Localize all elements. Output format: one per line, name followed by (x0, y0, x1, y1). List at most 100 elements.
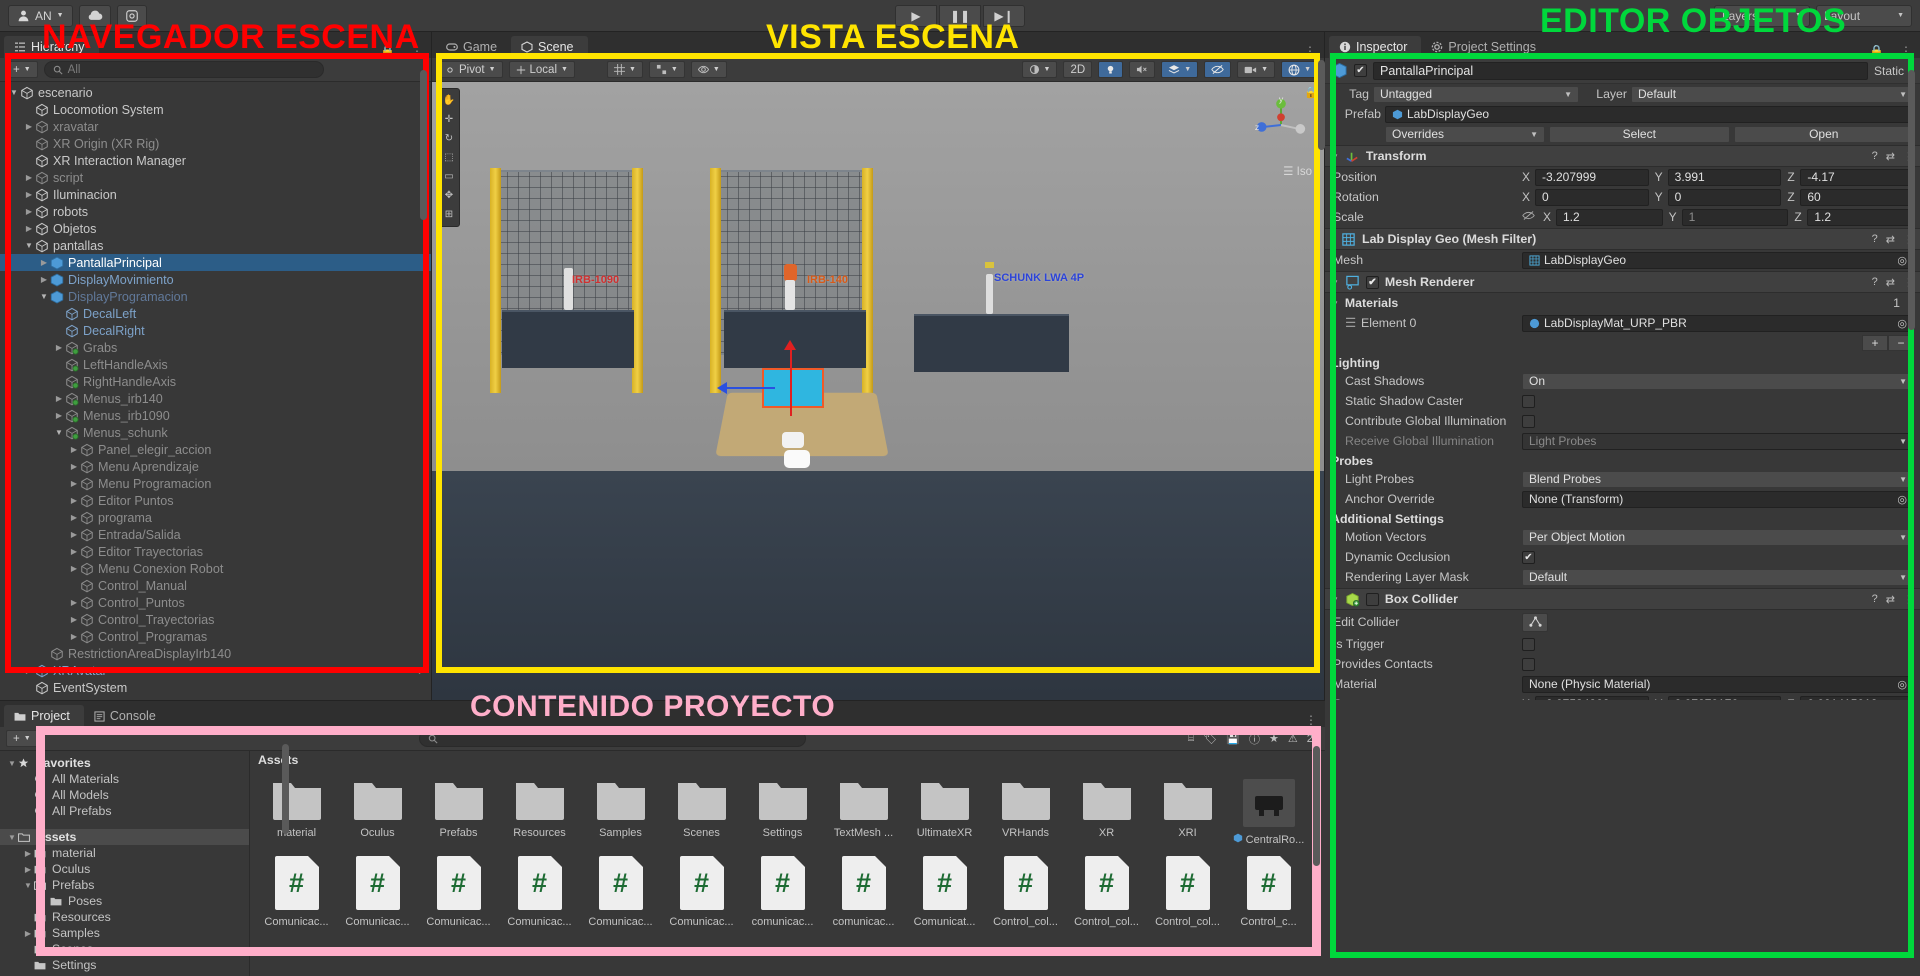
chevron-right-icon[interactable]: ▶ (22, 865, 34, 874)
transform-rotation-z[interactable]: 60 (1800, 188, 1915, 206)
project-tree-item[interactable]: ▶ material (0, 845, 249, 861)
scene-projection-label[interactable]: ☰ Iso (1283, 164, 1312, 178)
pause-button[interactable]: ❚❚ (939, 4, 981, 27)
hierarchy-item[interactable]: ▼ DisplayProgramacion (0, 288, 431, 305)
hierarchy-item[interactable]: RestrictionAreaDisplayIrb140 (0, 645, 431, 662)
hierarchy-item[interactable]: DecalRight (0, 322, 431, 339)
gizmos-toggle[interactable]: ▼ (1281, 61, 1318, 78)
asset-item[interactable]: Settings (742, 769, 823, 846)
asset-item[interactable]: # Control_col... (985, 846, 1066, 928)
chevron-right-icon[interactable]: ▶ (23, 207, 35, 216)
hand-tool-icon[interactable]: ✋ (439, 91, 459, 110)
pivot-toggle[interactable]: Pivot ▼ (438, 61, 503, 78)
chevron-right-icon[interactable]: ▶ (68, 598, 80, 607)
physic-material-field[interactable]: None (Physic Material) ◎ (1522, 675, 1914, 693)
hierarchy-item[interactable]: XR Interaction Manager (0, 152, 431, 169)
chevron-right-icon[interactable]: ▶ (23, 122, 35, 131)
account-button[interactable]: AN ▼ (8, 4, 73, 27)
hierarchy-item[interactable]: Control_Manual (0, 577, 431, 594)
transform-scale-z[interactable]: 1.2 (1807, 208, 1915, 226)
materials-row[interactable]: ▼ Materials 1 (1325, 293, 1920, 313)
hierarchy-item[interactable]: ▼ Menus_schunk (0, 424, 431, 441)
chevron-right-icon[interactable]: ▶ (23, 173, 35, 182)
tab-game[interactable]: Game (436, 36, 511, 58)
project-tree-item[interactable]: All Materials (0, 771, 249, 787)
chevron-right-icon[interactable]: ▶ (68, 513, 80, 522)
chevron-right-icon[interactable]: ▶ (53, 411, 65, 420)
hierarchy-item[interactable]: ▶ Objetos (0, 220, 431, 237)
constrain-proportions-icon[interactable] (1522, 210, 1535, 224)
chevron-right-icon[interactable]: ▶ (68, 445, 80, 454)
box-collider-enabled-checkbox[interactable] (1365, 592, 1379, 606)
motion-vectors-dropdown[interactable]: Per Object Motion ▼ (1522, 528, 1914, 546)
scene-camera-button[interactable]: ▼ (1237, 61, 1276, 78)
layers-dropdown[interactable]: Layers ▼ (1714, 4, 1810, 27)
chevron-down-icon[interactable]: ▼ (22, 881, 34, 890)
inspector-content[interactable]: ✔ PantallaPrincipal Static ▼ Tag Untagge… (1325, 58, 1920, 700)
warning-icon[interactable]: ⚠ (1288, 732, 1298, 745)
hierarchy-item[interactable]: ▶ Editor Puntos (0, 492, 431, 509)
orientation-gizmo[interactable]: y z (1252, 96, 1310, 154)
hierarchy-item[interactable]: ▶ Control_Trayectorias (0, 611, 431, 628)
move-tool-icon[interactable]: ✛ (439, 110, 459, 129)
asset-item[interactable]: # Comunicac... (580, 846, 661, 928)
project-tree-item[interactable]: ▼ Assets (0, 829, 249, 845)
chevron-right-icon[interactable]: ▶ (53, 343, 65, 352)
is-trigger-checkbox[interactable] (1522, 637, 1535, 651)
scene-lock-icon[interactable]: 🔒 (1304, 86, 1318, 99)
hierarchy-item[interactable]: ▼ escenario (0, 84, 431, 101)
asset-item[interactable]: # Comunicac... (418, 846, 499, 928)
grid-snap-button[interactable]: ▼ (606, 61, 643, 78)
dynamic-occlusion-checkbox[interactable]: ✔ (1522, 550, 1535, 564)
chevron-right-icon[interactable]: ▶ (68, 564, 80, 573)
asset-item[interactable]: Resources (499, 769, 580, 846)
hierarchy-item[interactable]: ▶ Control_Puntos (0, 594, 431, 611)
hierarchy-item[interactable]: LeftHandleAxis (0, 356, 431, 373)
edit-collider-button[interactable] (1522, 612, 1548, 632)
hierarchy-item[interactable]: ▶ programa (0, 509, 431, 526)
hidden-objects-toggle[interactable] (1204, 61, 1232, 78)
cast-shadows-dropdown[interactable]: On ▼ (1522, 372, 1914, 390)
component-header-mesh-renderer[interactable]: ▼ ✔ Mesh Renderer ?⇄⋮ (1325, 271, 1920, 293)
effects-toggle[interactable]: ▼ (1161, 61, 1199, 78)
mesh-field[interactable]: LabDisplayGeo ◎ (1522, 251, 1914, 269)
filter-type-icon[interactable]: ⌸ (1188, 732, 1195, 745)
chevron-down-icon[interactable]: ▼ (6, 759, 18, 768)
hierarchy-item[interactable]: ▶ xravatar (0, 118, 431, 135)
chevron-right-icon[interactable]: ▶ (53, 394, 65, 403)
save-search-icon[interactable]: 💾 (1226, 732, 1240, 745)
asset-item[interactable]: # comunicac... (742, 846, 823, 928)
transform-tool-icon[interactable]: ✥ (439, 186, 459, 205)
select-prefab-button[interactable]: Select (1549, 125, 1730, 143)
2d-toggle[interactable]: 2D (1063, 61, 1093, 78)
project-tree-item[interactable]: ▶ Samples (0, 925, 249, 941)
remove-material-button[interactable]: − (1888, 335, 1914, 351)
hierarchy-item[interactable]: ▶ Panel_elegir_accion (0, 441, 431, 458)
hierarchy-item[interactable]: ▶ Menu Aprendizaje (0, 458, 431, 475)
prefab-field[interactable]: LabDisplayGeo (1385, 105, 1914, 123)
chevron-down-icon[interactable]: ▼ (53, 428, 65, 437)
rect-tool-icon[interactable]: ▭ (439, 167, 459, 186)
project-toolbar-icons[interactable]: ⌸ 🏷 💾 ⓘ ★ ⚠ 28 (1188, 731, 1319, 747)
asset-item[interactable]: # Control_col... (1147, 846, 1228, 928)
asset-item[interactable]: TextMesh ... (823, 769, 904, 846)
hierarchy-item[interactable]: Locomotion System (0, 101, 431, 118)
transform-rotation-x[interactable]: 0 (1535, 188, 1649, 206)
hierarchy-item[interactable]: ▶ Entrada/Salida (0, 526, 431, 543)
hierarchy-item[interactable]: ▶ DisplayMovimiento (0, 271, 431, 288)
asset-item[interactable]: # Comunicac... (661, 846, 742, 928)
component-header-mesh-filter[interactable]: ▸ Lab Display Geo (Mesh Filter) ?⇄⋮ (1325, 228, 1920, 250)
chevron-down-icon[interactable]: ▼ (8, 88, 20, 97)
gizmo-axis-x[interactable] (725, 387, 775, 389)
asset-item[interactable]: material (256, 769, 337, 846)
project-tree-item[interactable]: ▼ Favorites (0, 755, 249, 771)
chevron-right-icon[interactable]: ▶ (22, 929, 34, 938)
chevron-right-icon[interactable]: ▶ (23, 224, 35, 233)
project-tree-item[interactable]: Resources (0, 909, 249, 925)
project-tree-item[interactable]: ▼ Prefabs (0, 877, 249, 893)
project-tree-item[interactable]: Poses (0, 893, 249, 909)
foldout-arrow-icon[interactable]: ▼ (1331, 595, 1339, 604)
contribute-gi-checkbox[interactable] (1522, 414, 1535, 428)
settings-button[interactable] (116, 4, 147, 27)
chevron-right-icon[interactable]: ▶ (419, 666, 425, 675)
